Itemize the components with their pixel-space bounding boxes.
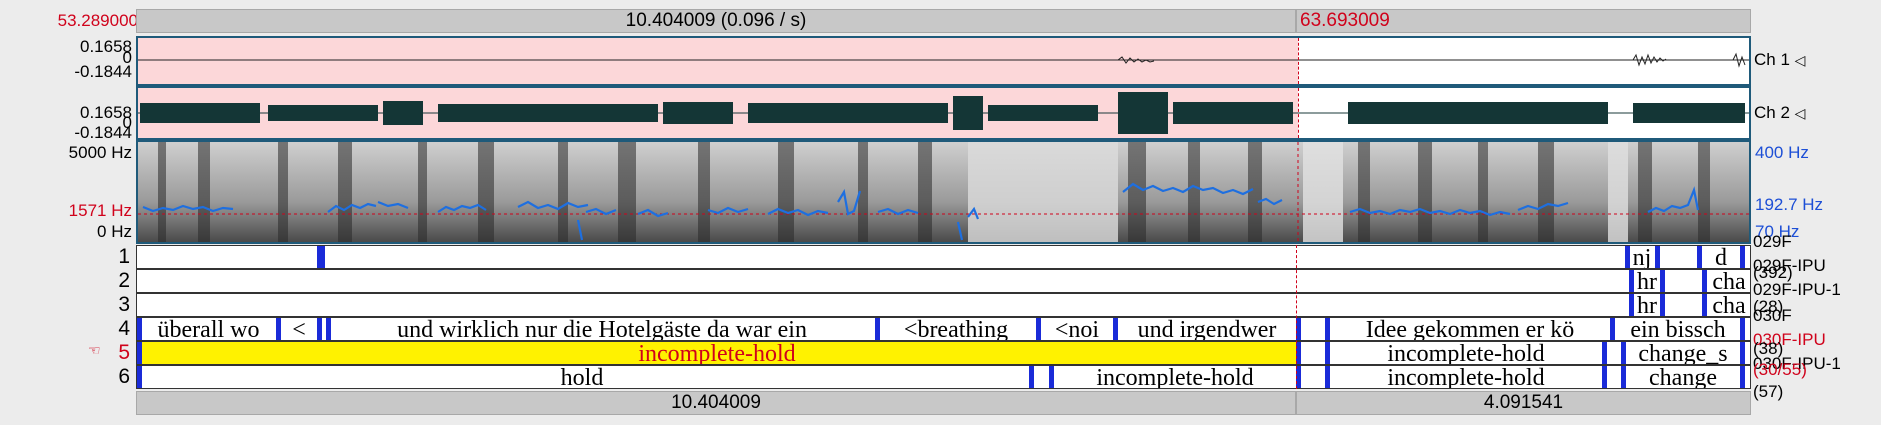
boundary-marker[interactable] xyxy=(1036,318,1041,340)
cursor-time: 63.693009 xyxy=(1300,10,1390,31)
tier-4-interval[interactable]: Idee gekommen er kö xyxy=(1331,318,1609,340)
boundary-marker[interactable] xyxy=(1660,294,1665,316)
selection-duration-label: 10.404009 (0.096 / s) xyxy=(625,10,807,31)
boundary-marker[interactable] xyxy=(1325,318,1330,340)
ch2-label-text: Ch 2 xyxy=(1754,103,1790,122)
waveform-trace-ch2 xyxy=(138,92,1749,134)
boundary-marker[interactable] xyxy=(1740,318,1745,340)
tier-4-interval[interactable]: ein bissch xyxy=(1616,318,1740,340)
waveform-ch2[interactable] xyxy=(136,86,1751,140)
ch2-min-label: -0.1844 xyxy=(74,123,132,142)
tier-4-interval[interactable]: und irgendwer xyxy=(1119,318,1295,340)
tier-4-interval[interactable]: <breathing xyxy=(881,318,1031,340)
spectrogram-image xyxy=(138,142,1749,242)
ch1-label-text: Ch 1 xyxy=(1754,50,1790,69)
boundary-marker[interactable] xyxy=(1697,246,1702,268)
tier-5-interval[interactable]: incomplete-hold xyxy=(142,342,1292,364)
tier-6-number[interactable]: 6 xyxy=(108,365,130,389)
tier-1-count: (392) xyxy=(1753,263,1793,282)
boundary-marker[interactable] xyxy=(1655,246,1660,268)
boundary-marker[interactable] xyxy=(276,318,281,340)
boundary-marker[interactable] xyxy=(1625,246,1630,268)
tier-2-number[interactable]: 2 xyxy=(108,269,130,293)
boundary-marker[interactable] xyxy=(1740,342,1745,364)
tier-6-interval[interactable]: change xyxy=(1627,366,1739,388)
tier-5-number[interactable]: 5 xyxy=(108,341,130,365)
tier-1-name: 029F xyxy=(1753,232,1792,251)
tier-1-interval[interactable]: d xyxy=(1703,246,1739,268)
tier-3-interval[interactable]: hr xyxy=(1635,294,1659,316)
tier-5-selection-count: (30/55) xyxy=(1753,360,1807,379)
boundary-marker[interactable] xyxy=(1621,342,1626,364)
tier-4-name: 030F xyxy=(1753,306,1792,325)
tier-6[interactable]: hold incomplete-hold incomplete-hold cha… xyxy=(136,365,1751,389)
boundary-marker[interactable] xyxy=(326,318,331,340)
ch1-min-label: -0.1844 xyxy=(74,62,132,81)
tier-5[interactable]: incomplete-hold incomplete-hold change_s xyxy=(136,341,1751,365)
boundary-marker[interactable] xyxy=(1325,366,1330,388)
boundary-marker[interactable] xyxy=(1049,366,1054,388)
cursor-line-tiers xyxy=(1296,245,1297,389)
pointer-hand-icon: ☜ xyxy=(88,342,101,358)
tier-1-interval[interactable]: nj xyxy=(1631,246,1653,268)
tier-2-interval[interactable]: hr xyxy=(1635,270,1659,292)
tier-6-interval[interactable]: incomplete-hold xyxy=(1055,366,1295,388)
tier-5-interval[interactable]: change_s xyxy=(1627,342,1739,364)
boundary-marker[interactable] xyxy=(1740,246,1745,268)
speaker-icon[interactable]: ◁ xyxy=(1795,105,1806,121)
boundary-marker[interactable] xyxy=(1602,342,1607,364)
tier-3-interval[interactable]: cha xyxy=(1707,294,1750,316)
boundary-marker[interactable] xyxy=(1602,366,1607,388)
boundary-marker[interactable] xyxy=(1029,366,1034,388)
speaker-icon[interactable]: ◁ xyxy=(1795,52,1806,68)
waveform-trace-ch1 xyxy=(138,52,1749,68)
start-time: 53.289000 xyxy=(57,11,138,30)
tier-4-interval[interactable]: < xyxy=(282,318,316,340)
boundary-marker[interactable] xyxy=(317,246,325,268)
tier-5-interval[interactable]: incomplete-hold xyxy=(1331,342,1601,364)
tier-4-interval[interactable]: überall wo xyxy=(142,318,275,340)
ch1-channel-label[interactable]: Ch 1 ◁ xyxy=(1754,50,1805,70)
tier-1-number[interactable]: 1 xyxy=(108,245,130,269)
boundary-marker[interactable] xyxy=(317,318,322,340)
bottom-remaining-duration: 4.091541 xyxy=(1483,392,1564,413)
boundary-marker[interactable] xyxy=(1113,318,1118,340)
cursor-line-ch1 xyxy=(1298,38,1299,84)
boundary-marker[interactable] xyxy=(1325,342,1330,364)
tier-3-number[interactable]: 3 xyxy=(108,293,130,317)
spectrogram[interactable] xyxy=(136,140,1751,244)
boundary-marker[interactable] xyxy=(1660,270,1665,292)
boundary-marker[interactable] xyxy=(1610,318,1615,340)
tier-4[interactable]: überall wo < und wirklich nur die Hotelg… xyxy=(136,317,1751,341)
tier-6-interval[interactable]: hold xyxy=(142,366,1022,388)
pitch-top-label: 400 Hz xyxy=(1755,143,1809,162)
ch2-channel-label[interactable]: Ch 2 ◁ xyxy=(1754,103,1805,123)
tier-6-count: (57) xyxy=(1753,382,1784,401)
boundary-marker[interactable] xyxy=(875,318,880,340)
tier-6-interval[interactable]: incomplete-hold xyxy=(1331,366,1601,388)
tier-1[interactable]: nj d xyxy=(136,245,1751,269)
freq-top-label: 5000 Hz xyxy=(68,143,132,162)
tier-4-interval[interactable]: <noi xyxy=(1042,318,1112,340)
cursor-line-ch2 xyxy=(1298,88,1299,138)
tier-3-name: 029F-IPU-1 xyxy=(1753,280,1841,299)
bottom-selection-duration: 10.404009 xyxy=(671,392,761,413)
freq-cursor-label: 1571 Hz xyxy=(68,201,132,220)
tier-2[interactable]: hr cha xyxy=(136,269,1751,293)
boundary-marker[interactable] xyxy=(1629,294,1634,316)
bottom-selection-bar[interactable]: 10.404009 xyxy=(136,391,1296,415)
tier-4-interval[interactable]: und wirklich nur die Hotelgäste da war e… xyxy=(332,318,872,340)
boundary-marker[interactable] xyxy=(1621,366,1626,388)
bottom-remaining-bar[interactable]: 4.091541 xyxy=(1296,391,1751,415)
pitch-cursor-label: 192.7 Hz xyxy=(1755,195,1824,214)
boundary-marker[interactable] xyxy=(1629,270,1634,292)
freq-bottom-label: 0 Hz xyxy=(97,222,132,241)
tier-area: nj d hr cha hr cha überall wo < und wirk… xyxy=(136,245,1751,391)
tier-4-number[interactable]: 4 xyxy=(108,317,130,341)
selection-time-bar[interactable]: 10.404009 (0.096 / s) xyxy=(136,9,1296,33)
waveform-ch1[interactable] xyxy=(136,36,1751,86)
boundary-marker[interactable] xyxy=(1740,366,1745,388)
tier-3[interactable]: hr cha xyxy=(136,293,1751,317)
tier-2-interval[interactable]: cha xyxy=(1707,270,1750,292)
